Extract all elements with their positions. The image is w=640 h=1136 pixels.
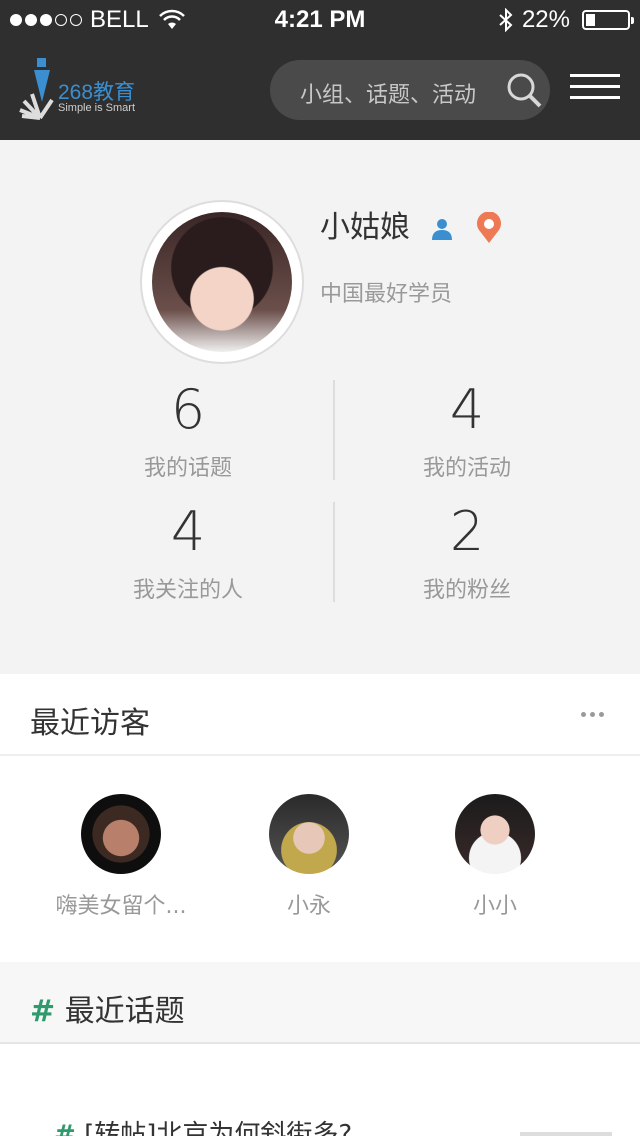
- stat-my-activities[interactable]: 4 我的活动: [317, 380, 617, 482]
- topic-item[interactable]: # [转帖]北京为何斜街多?: [54, 1114, 352, 1136]
- profile-motto: 中国最好学员: [320, 282, 453, 307]
- recent-topics-list: # [转帖]北京为何斜街多?: [0, 1044, 640, 1136]
- stat-value: 2: [449, 500, 485, 563]
- battery-icon: [582, 10, 634, 30]
- battery-percent: 22%: [521, 6, 570, 33]
- visitor-avatar: [269, 794, 349, 874]
- search-icon[interactable]: [506, 72, 542, 108]
- stat-value: 4: [449, 378, 485, 441]
- status-right: 22%: [498, 6, 634, 34]
- top-bar: BELL 4:21 PM 22% 268教育 Simple is Smart 小…: [0, 0, 640, 140]
- avatar-image: [152, 212, 292, 352]
- stat-following[interactable]: 4 我关注的人: [38, 502, 338, 604]
- visitor-item[interactable]: 嗨美女留个...: [28, 794, 214, 920]
- location-pin-icon: [477, 212, 501, 243]
- visitor-name: 嗨美女留个...: [55, 894, 187, 919]
- app-header: 268教育 Simple is Smart 小组、话题、活动: [0, 40, 640, 140]
- bluetooth-icon: [499, 8, 513, 32]
- stat-followers[interactable]: 2 我的粉丝: [317, 502, 617, 604]
- visitor-avatar: [81, 794, 161, 874]
- section-title: 最近访客: [30, 706, 150, 741]
- hamburger-menu-icon[interactable]: [570, 74, 620, 100]
- screen: BELL 4:21 PM 22% 268教育 Simple is Smart 小…: [0, 0, 640, 1136]
- profile-stats: 6 我的话题 4 我的活动 4 我关注的人 2 我的粉丝: [0, 380, 640, 610]
- hashtag-icon: #: [54, 1120, 76, 1136]
- stat-value: 6: [170, 378, 206, 441]
- stat-label: 我的话题: [143, 456, 232, 481]
- search-placeholder: 小组、话题、活动: [300, 83, 477, 108]
- search-box[interactable]: 小组、话题、活动: [270, 60, 550, 120]
- visitor-avatar: [455, 794, 535, 874]
- visitor-item[interactable]: 小永: [216, 794, 402, 920]
- stat-my-topics[interactable]: 6 我的话题: [38, 380, 338, 482]
- stat-label: 我的活动: [422, 456, 511, 481]
- section-title-text: 最近话题: [64, 994, 185, 1029]
- topic-thumbnail: [520, 1132, 612, 1136]
- visitor-item[interactable]: 小小: [402, 794, 588, 920]
- more-dots-icon[interactable]: [581, 712, 604, 717]
- status-bar: BELL 4:21 PM 22%: [0, 0, 640, 40]
- stat-label: 我的粉丝: [422, 578, 511, 603]
- app-logo[interactable]: 268教育 Simple is Smart: [18, 54, 158, 124]
- section-title: # 最近话题: [30, 986, 185, 1030]
- profile-card: 小姑娘 中国最好学员 6 我的话题 4 我的活动 4 我关注的人 2 我的粉丝: [0, 140, 640, 674]
- recent-visitors-header: 最近访客: [0, 674, 640, 756]
- logo-mark-icon: [19, 58, 54, 120]
- battery-level-fill: [586, 14, 595, 26]
- stat-label: 我关注的人: [132, 578, 243, 603]
- logo-tagline: Simple is Smart: [58, 102, 136, 114]
- visitor-name: 小小: [472, 894, 517, 919]
- profile-name: 小姑娘: [320, 210, 410, 245]
- profile-avatar[interactable]: [140, 200, 304, 364]
- recent-topics-header: # 最近话题: [0, 962, 640, 1044]
- topic-title: [转帖]北京为何斜街多?: [84, 1120, 353, 1136]
- visitor-name: 小永: [286, 894, 331, 919]
- hashtag-icon: #: [30, 994, 56, 1029]
- recent-visitors-list: 嗨美女留个... 小永 小小: [0, 756, 640, 962]
- user-icon: [432, 219, 452, 240]
- stat-value: 4: [170, 500, 206, 563]
